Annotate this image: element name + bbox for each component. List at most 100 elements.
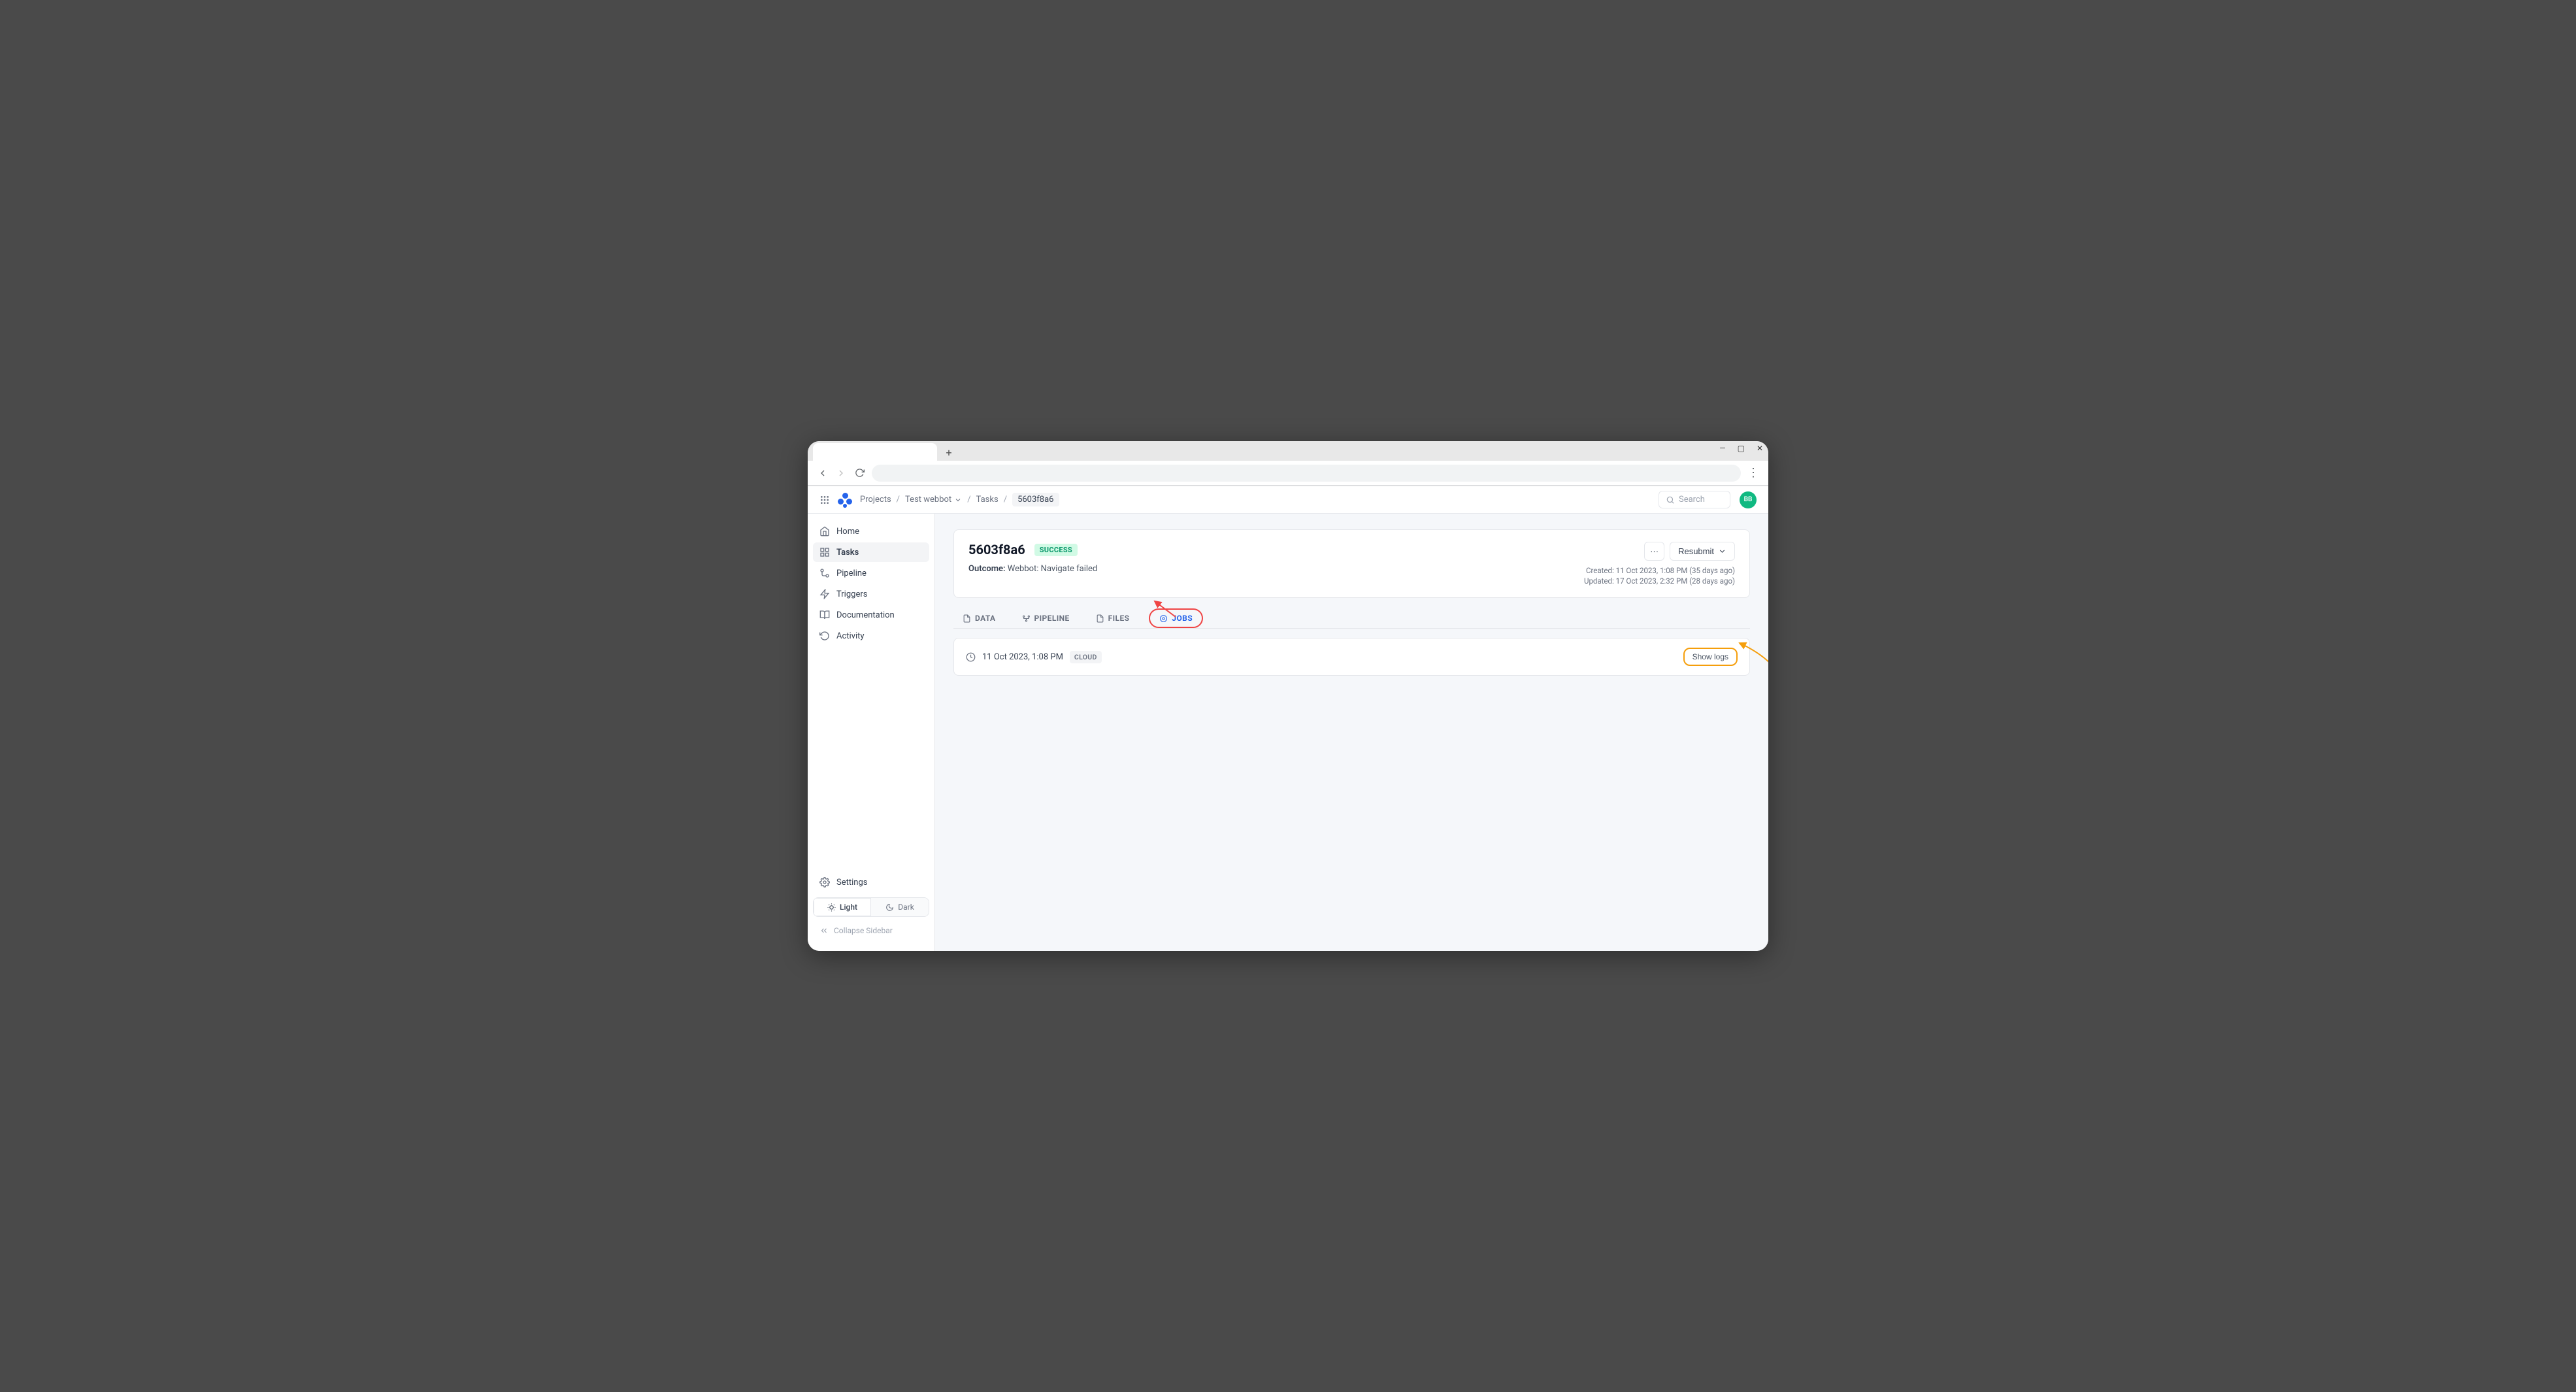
- theme-toggle: Light Dark: [813, 897, 929, 917]
- tab-files[interactable]: FILES: [1089, 608, 1136, 628]
- sidebar-item-label: Pipeline: [836, 569, 867, 578]
- activity-icon: [819, 631, 830, 641]
- theme-light-button[interactable]: Light: [814, 898, 871, 916]
- app-logo[interactable]: [838, 493, 852, 507]
- close-window-button[interactable]: ✕: [1757, 444, 1763, 453]
- sun-icon: [827, 903, 836, 912]
- app-header: Projects / Test webbot / Tasks / 5603f8a…: [808, 486, 1768, 514]
- job-timestamp: 11 Oct 2023, 1:08 PM: [982, 652, 1063, 662]
- app-body: Home Tasks Pipeline Triggers Documentati…: [808, 514, 1768, 951]
- maximize-button[interactable]: ▢: [1738, 444, 1745, 453]
- search-icon: [1666, 495, 1675, 505]
- breadcrumb-projects[interactable]: Projects: [860, 495, 891, 505]
- file-icon: [1096, 614, 1104, 623]
- task-tabs: DATA PIPELINE FILES JOBS: [953, 601, 1750, 629]
- resubmit-button[interactable]: Resubmit: [1670, 542, 1735, 561]
- chevron-down-icon: [1718, 547, 1726, 555]
- sidebar-item-label: Home: [836, 527, 859, 537]
- browser-menu-button[interactable]: ⋮: [1747, 466, 1759, 480]
- updated-meta: Updated: 17 Oct 2023, 2:32 PM (28 days a…: [1584, 576, 1735, 586]
- book-icon: [819, 610, 830, 620]
- task-header-card: 5603f8a6 SUCCESS Outcome: Webbot: Naviga…: [953, 529, 1750, 598]
- updated-label: Updated:: [1584, 576, 1614, 586]
- sidebar-item-label: Tasks: [836, 548, 859, 557]
- browser-toolbar: ⋮: [808, 461, 1768, 486]
- task-outcome: Outcome: Webbot: Navigate failed: [968, 564, 1097, 574]
- breadcrumb-tasks[interactable]: Tasks: [976, 495, 999, 505]
- created-meta: Created: 11 Oct 2023, 1:08 PM (35 days a…: [1584, 566, 1735, 575]
- theme-dark-label: Dark: [898, 903, 914, 912]
- minimize-button[interactable]: —: [1719, 444, 1725, 453]
- theme-light-label: Light: [840, 903, 857, 912]
- new-tab-button[interactable]: +: [942, 446, 955, 459]
- chevrons-left-icon: [819, 926, 829, 935]
- outcome-value: Webbot: Navigate failed: [1008, 564, 1097, 574]
- updated-value: 17 Oct 2023, 2:32 PM (28 days ago): [1616, 576, 1735, 586]
- created-value: 11 Oct 2023, 1:08 PM (35 days ago): [1616, 566, 1735, 575]
- browser-tabstrip: + — ▢ ✕: [808, 441, 1768, 461]
- address-bar[interactable]: [872, 465, 1741, 482]
- job-row: 11 Oct 2023, 1:08 PM CLOUD Show logs: [953, 638, 1750, 676]
- sidebar-item-pipeline[interactable]: Pipeline: [813, 563, 929, 583]
- tasks-icon: [819, 547, 830, 557]
- created-label: Created:: [1586, 566, 1614, 575]
- main-content: 5603f8a6 SUCCESS Outcome: Webbot: Naviga…: [935, 514, 1768, 951]
- show-logs-button[interactable]: Show logs: [1683, 648, 1738, 666]
- theme-dark-button[interactable]: Dark: [871, 898, 929, 916]
- sidebar-item-home[interactable]: Home: [813, 522, 929, 541]
- forward-button[interactable]: [835, 467, 847, 479]
- sidebar-item-label: Triggers: [836, 589, 867, 599]
- back-button[interactable]: [817, 467, 829, 479]
- collapse-sidebar-button[interactable]: Collapse Sidebar: [813, 921, 929, 940]
- breadcrumb-separator: /: [967, 495, 970, 505]
- jobs-icon: [1159, 614, 1168, 623]
- task-id: 5603f8a6: [968, 542, 1025, 557]
- tab-data[interactable]: DATA: [956, 608, 1002, 628]
- tab-label: PIPELINE: [1034, 614, 1070, 623]
- home-icon: [819, 526, 830, 537]
- tab-jobs[interactable]: JOBS: [1149, 608, 1203, 628]
- sidebar-item-activity[interactable]: Activity: [813, 626, 929, 646]
- browser-tab[interactable]: [813, 443, 937, 461]
- search-input[interactable]: Search: [1659, 491, 1730, 508]
- browser-chrome: + — ▢ ✕ ⋮: [808, 441, 1768, 486]
- show-logs-label: Show logs: [1693, 652, 1728, 661]
- breadcrumb-current: 5603f8a6: [1012, 493, 1059, 506]
- file-icon: [963, 614, 971, 623]
- breadcrumb-separator: /: [1004, 495, 1007, 505]
- window-controls: — ▢ ✕: [1719, 444, 1763, 453]
- breadcrumb-project[interactable]: Test webbot: [905, 495, 962, 505]
- breadcrumb-project-label: Test webbot: [905, 495, 951, 505]
- outcome-label: Outcome:: [968, 564, 1006, 574]
- more-actions-button[interactable]: ···: [1644, 542, 1664, 561]
- browser-window: + — ▢ ✕ ⋮: [808, 441, 1768, 951]
- sidebar-item-label: Settings: [836, 878, 867, 887]
- tab-pipeline[interactable]: PIPELINE: [1016, 608, 1076, 628]
- resubmit-label: Resubmit: [1678, 546, 1714, 556]
- reload-button[interactable]: [853, 467, 865, 479]
- ellipsis-icon: ···: [1650, 546, 1659, 556]
- sidebar-item-documentation[interactable]: Documentation: [813, 605, 929, 625]
- pipeline-icon: [819, 568, 830, 578]
- tab-label: DATA: [975, 614, 996, 623]
- sidebar-item-label: Documentation: [836, 610, 895, 620]
- job-env-badge: CLOUD: [1070, 651, 1102, 663]
- status-badge: SUCCESS: [1034, 544, 1078, 556]
- sidebar-item-triggers[interactable]: Triggers: [813, 584, 929, 604]
- tab-label: FILES: [1108, 614, 1130, 623]
- sidebar-item-settings[interactable]: Settings: [813, 872, 929, 892]
- moon-icon: [885, 903, 894, 912]
- gear-icon: [819, 877, 830, 887]
- triggers-icon: [819, 589, 830, 599]
- breadcrumb: Projects / Test webbot / Tasks / 5603f8a…: [860, 493, 1059, 506]
- sidebar-item-tasks[interactable]: Tasks: [813, 542, 929, 562]
- sidebar: Home Tasks Pipeline Triggers Documentati…: [808, 514, 935, 951]
- chevron-down-icon: [954, 496, 962, 504]
- clock-icon: [966, 652, 976, 662]
- collapse-sidebar-label: Collapse Sidebar: [834, 926, 893, 935]
- pipeline-icon: [1022, 614, 1031, 623]
- avatar[interactable]: BB: [1740, 491, 1757, 508]
- plus-icon: +: [946, 446, 951, 459]
- app-grid-icon[interactable]: [819, 495, 830, 505]
- sidebar-item-label: Activity: [836, 631, 865, 641]
